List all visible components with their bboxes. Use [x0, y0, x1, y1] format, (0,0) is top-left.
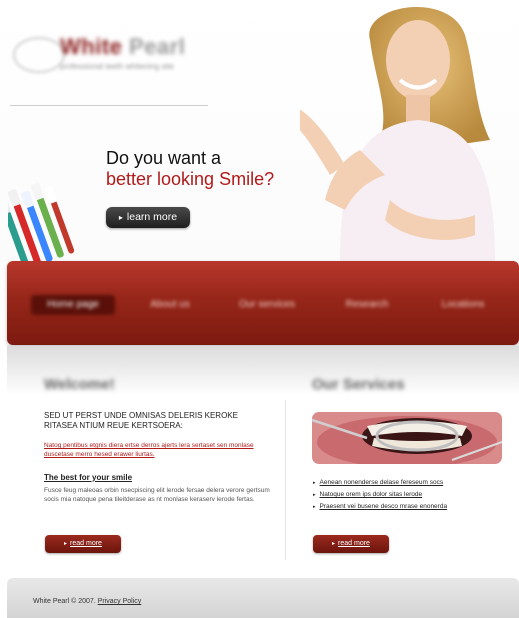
services-list-item[interactable]: ▸ Natoque orem ips dolor sitas lerode	[313, 489, 503, 501]
welcome-title: Welcome!	[44, 376, 115, 393]
read-more-label: read more	[338, 540, 370, 547]
nav-item-research[interactable]: Research	[332, 295, 402, 315]
footer: White Pearl © 2007. Privacy Policy	[7, 578, 519, 618]
teeth-photo-image	[312, 412, 502, 464]
hero-headline: Do you want a better looking Smile?	[106, 148, 274, 190]
services-list: ▸ Aenean nonenderse delase fereseum socs …	[313, 477, 503, 513]
learn-more-label: learn more	[126, 211, 178, 223]
services-list-item[interactable]: ▸ Aenean nonenderse delase fereseum socs	[313, 477, 503, 489]
column-divider	[285, 400, 286, 560]
services-read-more-button[interactable]: ▸ read more	[313, 535, 389, 553]
services-title: Our Services	[312, 376, 405, 393]
page: White Pearl professional teeth whitening…	[0, 0, 519, 618]
headline-line-2: better looking Smile?	[106, 169, 275, 189]
bullet-icon: ▸	[313, 492, 316, 498]
nav-item-about[interactable]: About us	[135, 295, 205, 315]
nav-item-locations[interactable]: Locations	[427, 295, 499, 315]
nav-item-services[interactable]: Our services	[229, 295, 305, 315]
arrow-right-icon: ▸	[64, 541, 68, 547]
footer-text: White Pearl © 2007. Privacy Policy	[33, 598, 141, 605]
welcome-red-link[interactable]: Natog pentibus etgnis diera ertse derros…	[44, 441, 266, 459]
hero-divider	[10, 105, 208, 106]
main-nav: Home page About us Our services Research…	[7, 261, 519, 345]
logo-title: White Pearl	[60, 34, 186, 59]
read-more-label: read more	[70, 540, 102, 547]
privacy-policy-link[interactable]: Privacy Policy	[98, 598, 142, 605]
welcome-subtitle[interactable]: The best for your smile	[44, 473, 132, 482]
headline-line-1: Do you want a	[106, 148, 222, 168]
bullet-icon: ▸	[313, 480, 316, 486]
bullet-icon: ▸	[313, 504, 316, 510]
welcome-read-more-button[interactable]: ▸ read more	[45, 535, 121, 553]
services-list-item[interactable]: ▸ Praesent vei busene desco mrase enonerd…	[313, 501, 503, 513]
welcome-body: Fusce feug maleoas orbin nsecpiscing eli…	[44, 487, 270, 503]
arrow-right-icon: ▸	[332, 541, 336, 547]
logo[interactable]: White Pearl professional teeth whitening…	[12, 32, 212, 92]
toothbrushes-image	[8, 182, 75, 262]
arrow-right-icon: ▸	[118, 213, 123, 222]
logo-swirl-icon	[12, 36, 66, 74]
learn-more-button[interactable]: ▸ learn more	[106, 207, 190, 228]
woman-with-apple-image	[300, 7, 495, 262]
nav-item-home[interactable]: Home page	[31, 295, 115, 315]
footer-copyright: White Pearl © 2007.	[33, 598, 96, 605]
hero-section: White Pearl professional teeth whitening…	[0, 0, 519, 262]
welcome-intro: SED UT PERST UNDE OMNISAS DELERIS KEROKE…	[44, 411, 238, 430]
logo-tagline: professional teeth whitening site	[60, 62, 174, 71]
